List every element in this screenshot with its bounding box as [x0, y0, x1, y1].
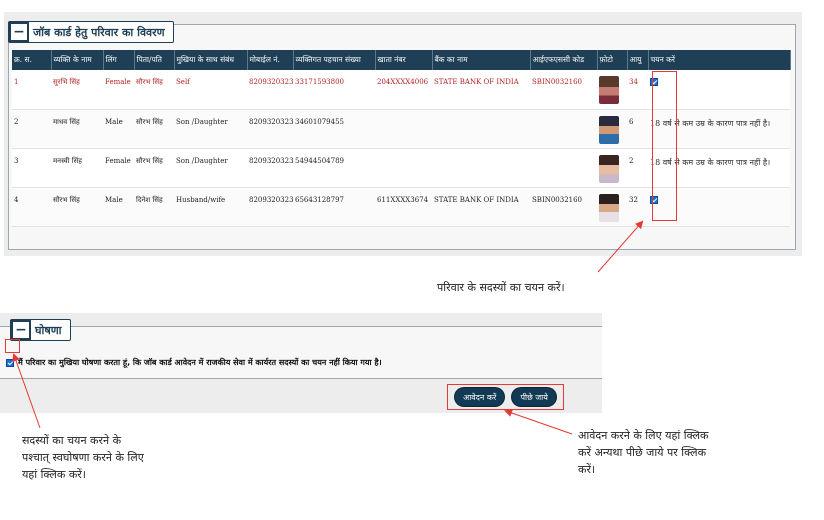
- arrow-to-declaration-checkbox: [12, 353, 41, 429]
- arrow-to-action-buttons: [504, 409, 573, 435]
- annotation-arrows: [12, 220, 644, 435]
- arrow-to-select-column: [597, 220, 644, 273]
